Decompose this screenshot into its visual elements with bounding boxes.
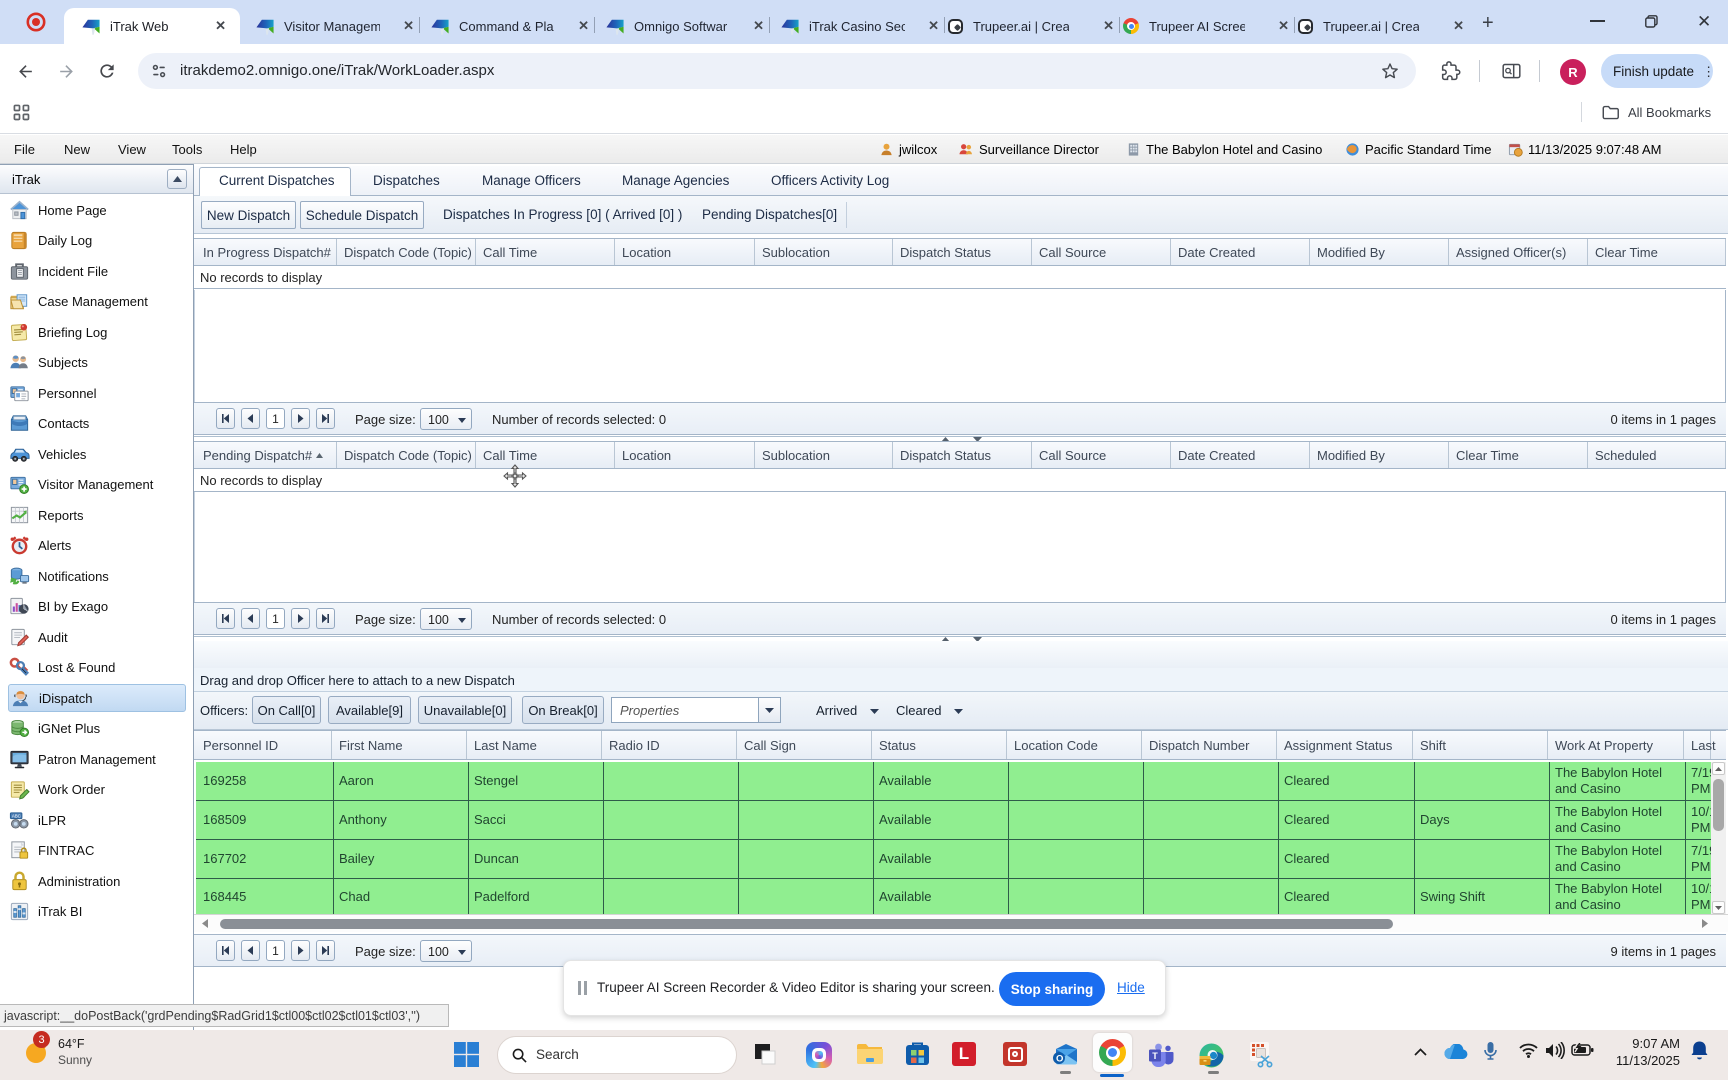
svg-text:ABC: ABC [12, 813, 21, 818]
svg-text:T: T [1152, 1051, 1158, 1061]
svg-text:O: O [1056, 1054, 1063, 1065]
